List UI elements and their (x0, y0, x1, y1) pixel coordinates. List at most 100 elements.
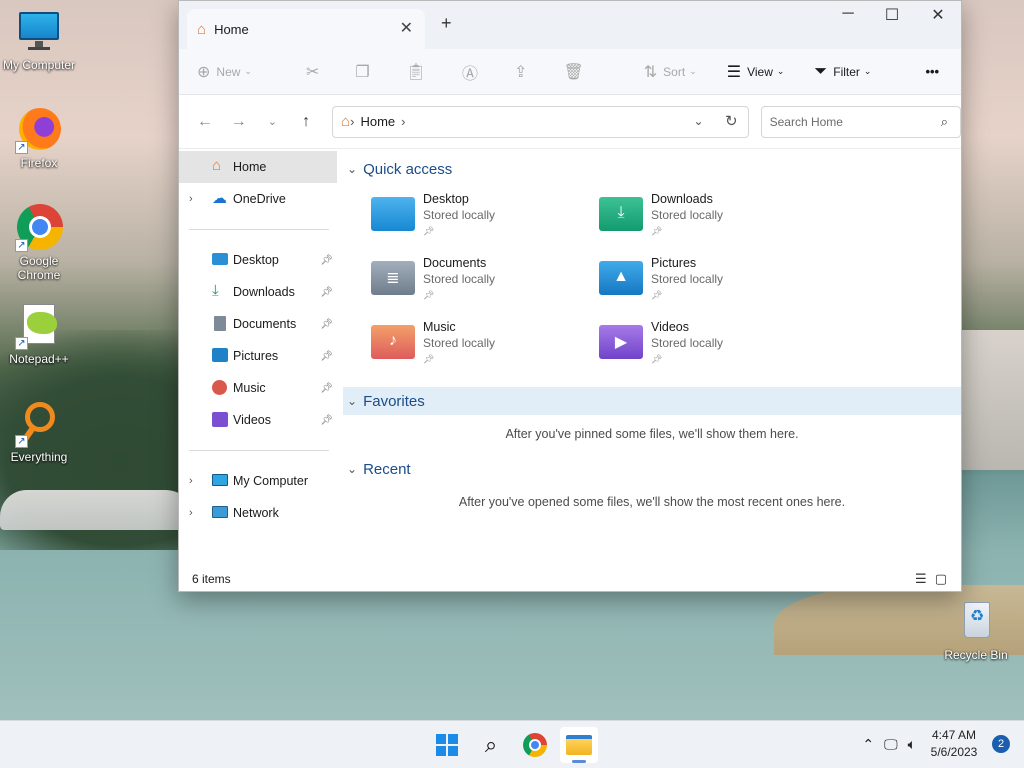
everything-search-icon: ↗ (15, 400, 63, 448)
breadcrumb-home[interactable]: Home (360, 114, 395, 129)
desktop-wallpaper-rocks (0, 490, 200, 530)
nav-item-network[interactable]: › Network (179, 497, 337, 529)
back-button[interactable]: ← (191, 113, 219, 131)
quick-access-item-desktop[interactable]: Desktop Stored locally 📌︎ (371, 187, 599, 251)
taskbar: ⌕ ⌃ 🖵︎ 🔈︎ 4:47 AM 5/6/2023 2 (0, 720, 1024, 768)
view-button[interactable]: ☰ View ⌄ (727, 62, 785, 82)
pin-icon: 📌︎ (423, 354, 435, 364)
desktop-icon-notepadpp[interactable]: ↗ Notepad++ (1, 302, 77, 366)
nav-item-pictures[interactable]: Pictures 📌︎ (179, 340, 337, 372)
sort-icon: ⇅ (643, 63, 658, 81)
nav-item-label: Documents (233, 317, 297, 331)
copy-icon: ❐ (355, 63, 370, 81)
windows-logo-icon (436, 734, 458, 756)
pictures-folder-icon: ▲ (599, 261, 643, 295)
file-explorer-window: ⌂ Home ✕ + ─ ☐ ✕ ⊕ New ⌄ ✂ ❐ 📋︎ Ⓐ ⇪ 🗑︎ ⇅… (178, 0, 962, 592)
nav-item-onedrive[interactable]: › ☁ OneDrive (179, 183, 337, 215)
desktop-icon-everything[interactable]: ↗ Everything (1, 400, 77, 464)
search-button[interactable]: ⌕ (472, 727, 510, 763)
copy-button[interactable]: ❐ (355, 62, 375, 82)
collapse-chevron-icon[interactable]: ⌄ (347, 162, 357, 176)
cut-button[interactable]: ✂ (306, 62, 325, 82)
nav-item-label: Music (233, 381, 266, 395)
desktop-icon-label: Firefox (20, 156, 58, 170)
pin-icon: 📌︎ (320, 350, 333, 362)
quick-access-item-pictures[interactable]: ▲ Pictures Stored locally 📌︎ (599, 251, 827, 315)
file-explorer-taskbar-button[interactable] (560, 727, 598, 763)
nav-item-label: My Computer (233, 474, 309, 488)
notification-badge[interactable]: 2 (992, 735, 1010, 753)
clock-time: 4:47 AM (931, 728, 977, 742)
volume-icon[interactable]: 🔈︎ (908, 736, 916, 753)
chrome-icon (523, 733, 547, 757)
pin-icon: 📌︎ (651, 226, 663, 236)
nav-item-videos[interactable]: Videos 📌︎ (179, 404, 337, 436)
forward-button[interactable]: → (225, 113, 253, 131)
documents-folder-icon: ≣ (371, 261, 415, 295)
nav-divider (189, 229, 329, 230)
chrome-icon: ↗ (15, 204, 63, 252)
desktop-icon-chrome[interactable]: ↗ Google Chrome (1, 204, 77, 282)
new-tab-button[interactable]: + (441, 13, 452, 34)
nav-item-downloads[interactable]: ⤓ Downloads 📌︎ (179, 276, 337, 308)
minimize-button[interactable]: ─ (825, 5, 871, 23)
chrome-taskbar-button[interactable] (516, 727, 554, 763)
collapse-chevron-icon[interactable]: ⌄ (347, 462, 357, 476)
maximize-button[interactable]: ☐ (869, 5, 915, 25)
quick-access-header[interactable]: ⌄ Quick access (343, 155, 961, 183)
address-history-dropdown[interactable]: ⌄ (694, 114, 704, 128)
nav-item-music[interactable]: Music 📌︎ (179, 372, 337, 404)
title-bar: ⌂ Home ✕ + ─ ☐ ✕ (179, 1, 961, 49)
start-button[interactable] (428, 727, 466, 763)
nav-item-desktop[interactable]: Desktop 📌︎ (179, 244, 337, 276)
group-title: Favorites (363, 392, 425, 410)
collapse-chevron-icon[interactable]: ⌄ (347, 394, 357, 408)
recent-header[interactable]: ⌄ Recent (343, 455, 961, 483)
rename-button[interactable]: Ⓐ (462, 60, 484, 84)
breadcrumb-chevron-icon[interactable]: › (350, 114, 354, 129)
firefox-icon: ↗ (15, 106, 63, 154)
clock[interactable]: 4:47 AM 5/6/2023 (926, 727, 982, 761)
address-row: ← → ⌄ ↑ ⌂ › Home › ⌄ ↻ Search Home ⌕ (179, 95, 961, 149)
status-bar: 6 items ☰▢ (179, 567, 961, 591)
address-bar[interactable]: ⌂ › Home › ⌄ ↻ (332, 105, 749, 138)
tab-home[interactable]: ⌂ Home ✕ (187, 9, 425, 49)
folder-icon (566, 735, 592, 755)
favorites-header[interactable]: ⌄ Favorites (343, 387, 961, 415)
nav-item-my-computer[interactable]: › My Computer (179, 465, 337, 497)
nav-item-home[interactable]: ⌂ Home (179, 151, 337, 183)
share-button[interactable]: ⇪ (514, 62, 533, 82)
nav-item-documents[interactable]: Documents 📌︎ (179, 308, 337, 340)
desktop-icon-firefox[interactable]: ↗ Firefox (1, 106, 77, 170)
desktop-icon-recycle-bin[interactable]: ♻ Recycle Bin (938, 598, 1014, 662)
recent-locations-button[interactable]: ⌄ (259, 115, 287, 128)
delete-button[interactable]: 🗑︎ (563, 62, 589, 82)
close-window-button[interactable]: ✕ (915, 5, 961, 25)
quick-access-item-downloads[interactable]: ⤓ Downloads Stored locally 📌︎ (599, 187, 827, 251)
sort-button[interactable]: ⇅ Sort ⌄ (644, 62, 697, 82)
details-view-icon[interactable]: ☰ (915, 571, 935, 586)
desktop-folder-icon (371, 197, 415, 231)
network-status-icon[interactable]: 🖵︎ (884, 736, 898, 753)
chevron-down-icon: ⌄ (244, 66, 252, 76)
more-options-button[interactable]: ••• (925, 64, 939, 79)
up-button[interactable]: ↑ (292, 113, 320, 131)
filter-button[interactable]: ⏷ Filter ⌄ (814, 63, 871, 81)
tiles-view-icon[interactable]: ▢ (935, 571, 955, 586)
refresh-button[interactable]: ↻ (725, 112, 738, 130)
paste-button[interactable]: 📋︎ (406, 62, 432, 82)
expand-chevron-icon[interactable]: › (189, 193, 193, 205)
expand-chevron-icon[interactable]: › (189, 507, 193, 519)
quick-access-item-videos[interactable]: ▶ Videos Stored locally 📌︎ (599, 315, 827, 379)
breadcrumb-chevron-icon[interactable]: › (401, 114, 405, 129)
scissors-icon: ✂ (305, 63, 320, 81)
quick-access-item-documents[interactable]: ≣ Documents Stored locally 📌︎ (371, 251, 599, 315)
cloud-icon: ☁ (212, 190, 227, 207)
expand-chevron-icon[interactable]: › (189, 475, 193, 487)
desktop-icon-my-computer[interactable]: My Computer (1, 8, 77, 72)
new-button[interactable]: ⊕ New ⌄ (197, 62, 252, 82)
quick-access-item-music[interactable]: ♪ Music Stored locally 📌︎ (371, 315, 599, 379)
show-hidden-icons-chevron-icon[interactable]: ⌃ (862, 736, 874, 753)
search-box[interactable]: Search Home ⌕ (760, 105, 961, 138)
close-tab-icon[interactable]: ✕ (400, 18, 413, 38)
